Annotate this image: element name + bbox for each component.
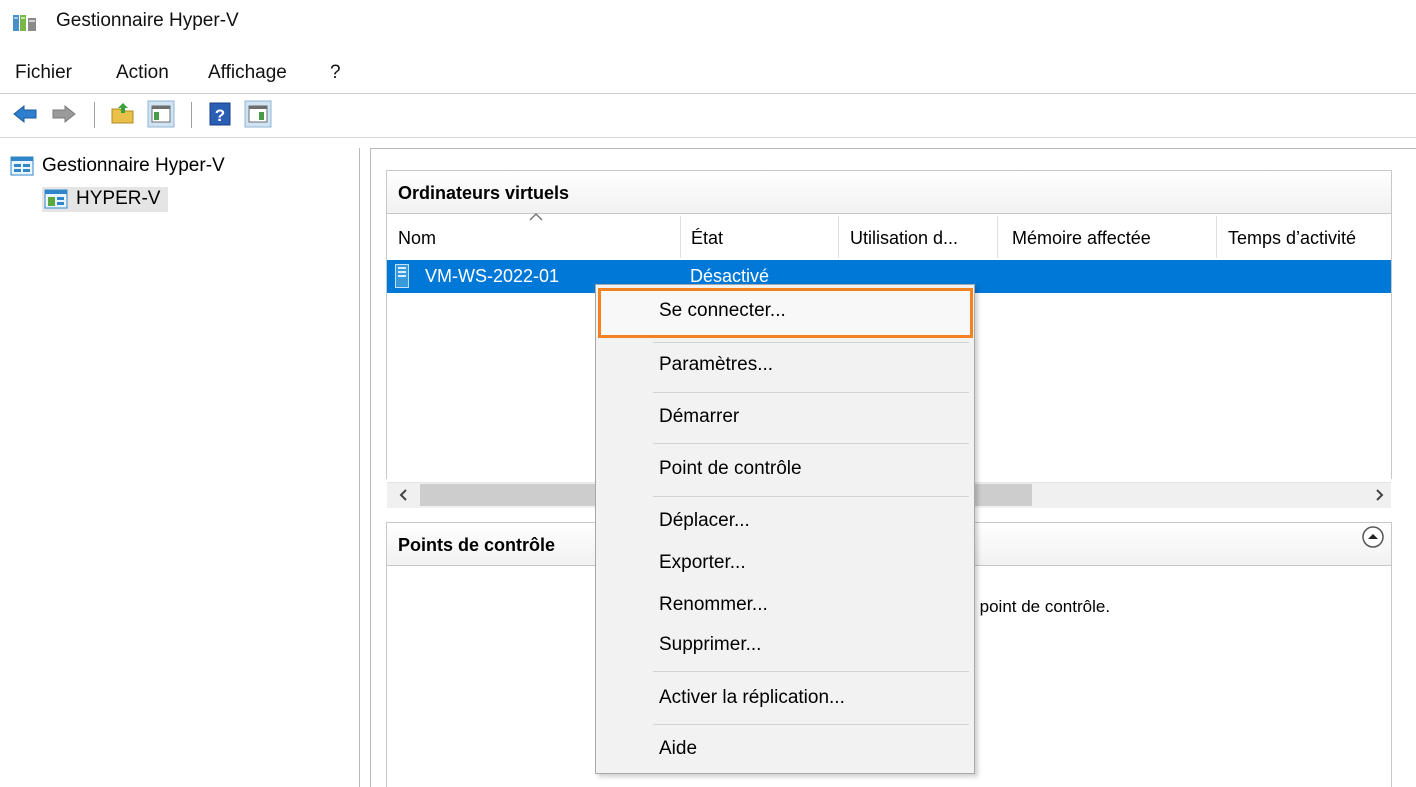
column-header-cpu[interactable]: Utilisation d... — [850, 213, 995, 257]
tree-item-root[interactable]: Gestionnaire Hyper-V — [10, 155, 225, 177]
column-header-memoire[interactable]: Mémoire affectée — [1012, 213, 1212, 257]
menu-item-demarrer[interactable]: Démarrer — [659, 402, 739, 432]
column-header-nom[interactable]: Nom — [398, 213, 678, 257]
server-icon — [44, 189, 68, 209]
menu-fichier[interactable]: Fichier — [15, 62, 72, 84]
menu-separator — [653, 724, 969, 725]
menu-item-exporter[interactable]: Exporter... — [659, 548, 746, 578]
help-icon[interactable]: ? — [206, 100, 234, 128]
column-divider[interactable] — [997, 216, 998, 258]
column-divider[interactable] — [680, 216, 681, 258]
collapse-icon[interactable] — [1361, 525, 1385, 549]
toolbar: ? — [0, 96, 1416, 134]
menu-separator — [653, 392, 969, 393]
menu-divider — [0, 93, 1416, 94]
menu-affichage[interactable]: Affichage — [208, 62, 287, 84]
hyper-v-manager-icon — [10, 156, 34, 176]
back-arrow-icon[interactable] — [11, 100, 39, 128]
scroll-right-icon[interactable] — [1368, 484, 1390, 506]
menu-item-se-connecter[interactable]: Se connecter... — [659, 296, 786, 326]
toolbar-divider — [0, 137, 1416, 138]
menu-separator — [653, 496, 969, 497]
forward-arrow-icon[interactable] — [50, 100, 78, 128]
up-folder-icon[interactable] — [109, 100, 137, 128]
menu-separator — [653, 443, 969, 444]
pane-splitter[interactable] — [359, 148, 360, 787]
hyper-v-icon — [13, 15, 36, 31]
menu-item-point-de-controle[interactable]: Point de contrôle — [659, 454, 802, 484]
console-tree-icon[interactable] — [147, 100, 175, 128]
tree-item-label: Gestionnaire Hyper-V — [42, 155, 225, 176]
action-pane-icon[interactable] — [244, 100, 272, 128]
toolbar-separator — [191, 102, 192, 128]
toolbar-separator — [94, 102, 95, 128]
vm-panel-header: Ordinateurs virtuels — [386, 170, 1392, 214]
checkpoints-empty-message: de point de contrôle. — [956, 597, 1111, 616]
menu-bar: Fichier Action Affichage ? — [0, 58, 1416, 88]
column-header-etat[interactable]: État — [691, 213, 836, 257]
column-header-temps[interactable]: Temps d’activité — [1228, 213, 1388, 257]
menu-item-supprimer[interactable]: Supprimer... — [659, 630, 761, 660]
window-title: Gestionnaire Hyper-V — [56, 10, 239, 31]
menu-item-renommer[interactable]: Renommer... — [659, 590, 768, 620]
column-divider[interactable] — [838, 216, 839, 258]
scroll-left-icon[interactable] — [393, 484, 415, 506]
menu-item-deplacer[interactable]: Déplacer... — [659, 506, 750, 536]
menu-item-aide[interactable]: Aide — [659, 734, 697, 764]
menu-help[interactable]: ? — [330, 62, 341, 84]
console-tree — [0, 148, 358, 787]
menu-item-parametres[interactable]: Paramètres... — [659, 350, 773, 380]
column-divider[interactable] — [1216, 216, 1217, 258]
virtual-machine-icon — [395, 264, 409, 288]
tree-item-hyper-v[interactable]: HYPER-V — [42, 187, 169, 212]
svg-text:?: ? — [215, 106, 225, 125]
vm-name-cell: VM-WS-2022-01 — [425, 266, 560, 286]
tree-item-label: HYPER-V — [76, 188, 161, 209]
menu-separator — [653, 671, 969, 672]
menu-action[interactable]: Action — [116, 62, 169, 84]
menu-separator — [653, 342, 969, 343]
menu-item-activer-replication[interactable]: Activer la réplication... — [659, 683, 845, 713]
